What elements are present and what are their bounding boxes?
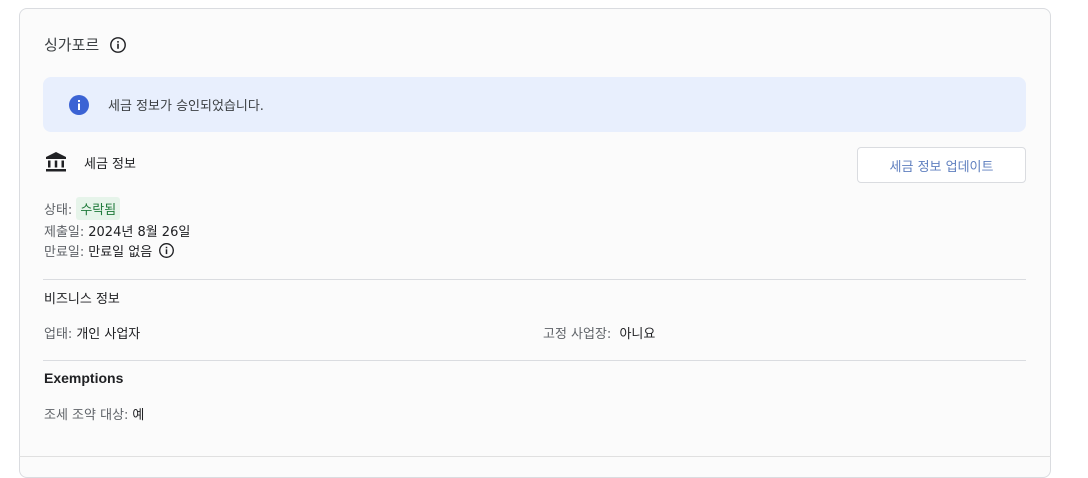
submitted-value: 2024년 8월 26일 xyxy=(88,225,191,240)
treaty-row: 조세 조약 대상: 예 xyxy=(44,404,144,423)
fixed-establishment-label: 고정 사업장: xyxy=(543,327,612,342)
status-row: 상태: 수락됨 xyxy=(44,197,121,220)
expiry-value: 만료일 없음 xyxy=(88,245,153,260)
business-info-title: 비즈니스 정보 xyxy=(44,292,120,307)
bank-icon xyxy=(44,150,68,174)
status-label: 상태: xyxy=(44,203,73,218)
info-outline-icon[interactable] xyxy=(158,242,175,259)
update-tax-info-button[interactable]: 세금 정보 업데이트 xyxy=(857,147,1026,183)
submitted-label: 제출일: xyxy=(44,225,85,240)
approval-banner: 세금 정보가 승인되었습니다. xyxy=(43,77,1026,132)
card-divider xyxy=(19,456,1051,457)
tax-info-header: 세금 정보 xyxy=(44,150,136,174)
business-type-row: 업태: 개인 사업자 xyxy=(44,323,140,342)
info-outline-icon[interactable] xyxy=(109,36,127,54)
info-filled-icon xyxy=(68,94,90,116)
treaty-value: 예 xyxy=(132,408,145,423)
submitted-row: 제출일: 2024년 8월 26일 xyxy=(44,221,190,240)
expiry-row: 만료일: 만료일 없음 xyxy=(44,241,175,260)
divider xyxy=(43,279,1026,280)
business-type-label: 업태: xyxy=(44,327,73,342)
expiry-label: 만료일: xyxy=(44,245,85,260)
region-title: 싱가포르 xyxy=(44,36,100,54)
divider xyxy=(43,360,1026,361)
treaty-label: 조세 조약 대상: xyxy=(44,408,129,423)
business-type-value: 개인 사업자 xyxy=(76,327,141,342)
region-header: 싱가포르 xyxy=(44,34,127,55)
banner-message: 세금 정보가 승인되었습니다. xyxy=(108,99,264,114)
fixed-establishment-value: 아니요 xyxy=(619,327,656,342)
status-badge: 수락됨 xyxy=(76,197,121,220)
tax-info-title: 세금 정보 xyxy=(84,156,136,172)
fixed-establishment-row: 고정 사업장: 아니요 xyxy=(543,323,655,342)
exemptions-title: Exemptions xyxy=(44,370,124,386)
